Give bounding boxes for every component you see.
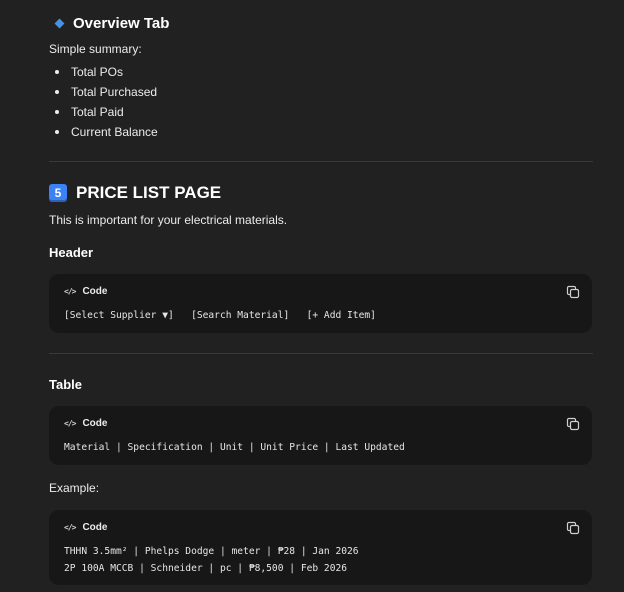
overview-intro: Simple summary:	[49, 42, 142, 56]
code-block-header: </> Code	[64, 522, 107, 533]
table-section-heading: Table	[49, 377, 82, 392]
keycap-five-icon: 5	[49, 184, 67, 202]
blue-diamond-icon	[54, 18, 65, 29]
price-list-intro: This is important for your electrical ma…	[49, 213, 288, 227]
copy-icon[interactable]	[566, 417, 580, 431]
copy-icon[interactable]	[566, 521, 580, 535]
divider	[49, 353, 593, 354]
code-brackets-icon: </>	[64, 287, 76, 296]
code-text: [Select Supplier ▼] [Search Material] [+…	[64, 310, 376, 321]
code-block-header: </> Code	[64, 418, 107, 429]
header-section-heading: Header	[49, 245, 94, 260]
price-list-title: PRICE LIST PAGE	[76, 183, 222, 202]
overview-heading: Overview Tab	[49, 15, 169, 32]
code-block-header: </> Code	[64, 286, 107, 297]
code-label: Code	[82, 522, 108, 533]
code-brackets-icon: </>	[64, 419, 76, 428]
table-code-block: </> Code Material | Specification | Unit…	[49, 406, 592, 465]
example-label: Example:	[49, 481, 100, 495]
overview-list: Total POs Total Purchased Total Paid Cur…	[49, 62, 158, 142]
example-code-block: </> Code THHN 3.5mm² | Phelps Dodge | me…	[49, 510, 592, 585]
list-item: Current Balance	[49, 122, 158, 142]
copy-icon[interactable]	[566, 285, 580, 299]
code-text: 2P 100A MCCB | Schneider | pc | ₱8,500 |…	[64, 563, 348, 574]
code-text: THHN 3.5mm² | Phelps Dodge | meter | ₱28…	[64, 546, 359, 557]
code-brackets-icon: </>	[64, 523, 76, 532]
list-item: Total Purchased	[49, 82, 158, 102]
price-list-heading: 5 PRICE LIST PAGE	[49, 183, 221, 203]
code-label: Code	[82, 418, 108, 429]
list-item: Total POs	[49, 62, 158, 82]
header-code-block: </> Code [Select Supplier ▼] [Search Mat…	[49, 274, 592, 333]
divider	[49, 161, 593, 162]
overview-title: Overview Tab	[73, 15, 170, 32]
list-item: Total Paid	[49, 102, 158, 122]
code-text: Material | Specification | Unit | Unit P…	[64, 442, 405, 453]
code-label: Code	[82, 286, 108, 297]
